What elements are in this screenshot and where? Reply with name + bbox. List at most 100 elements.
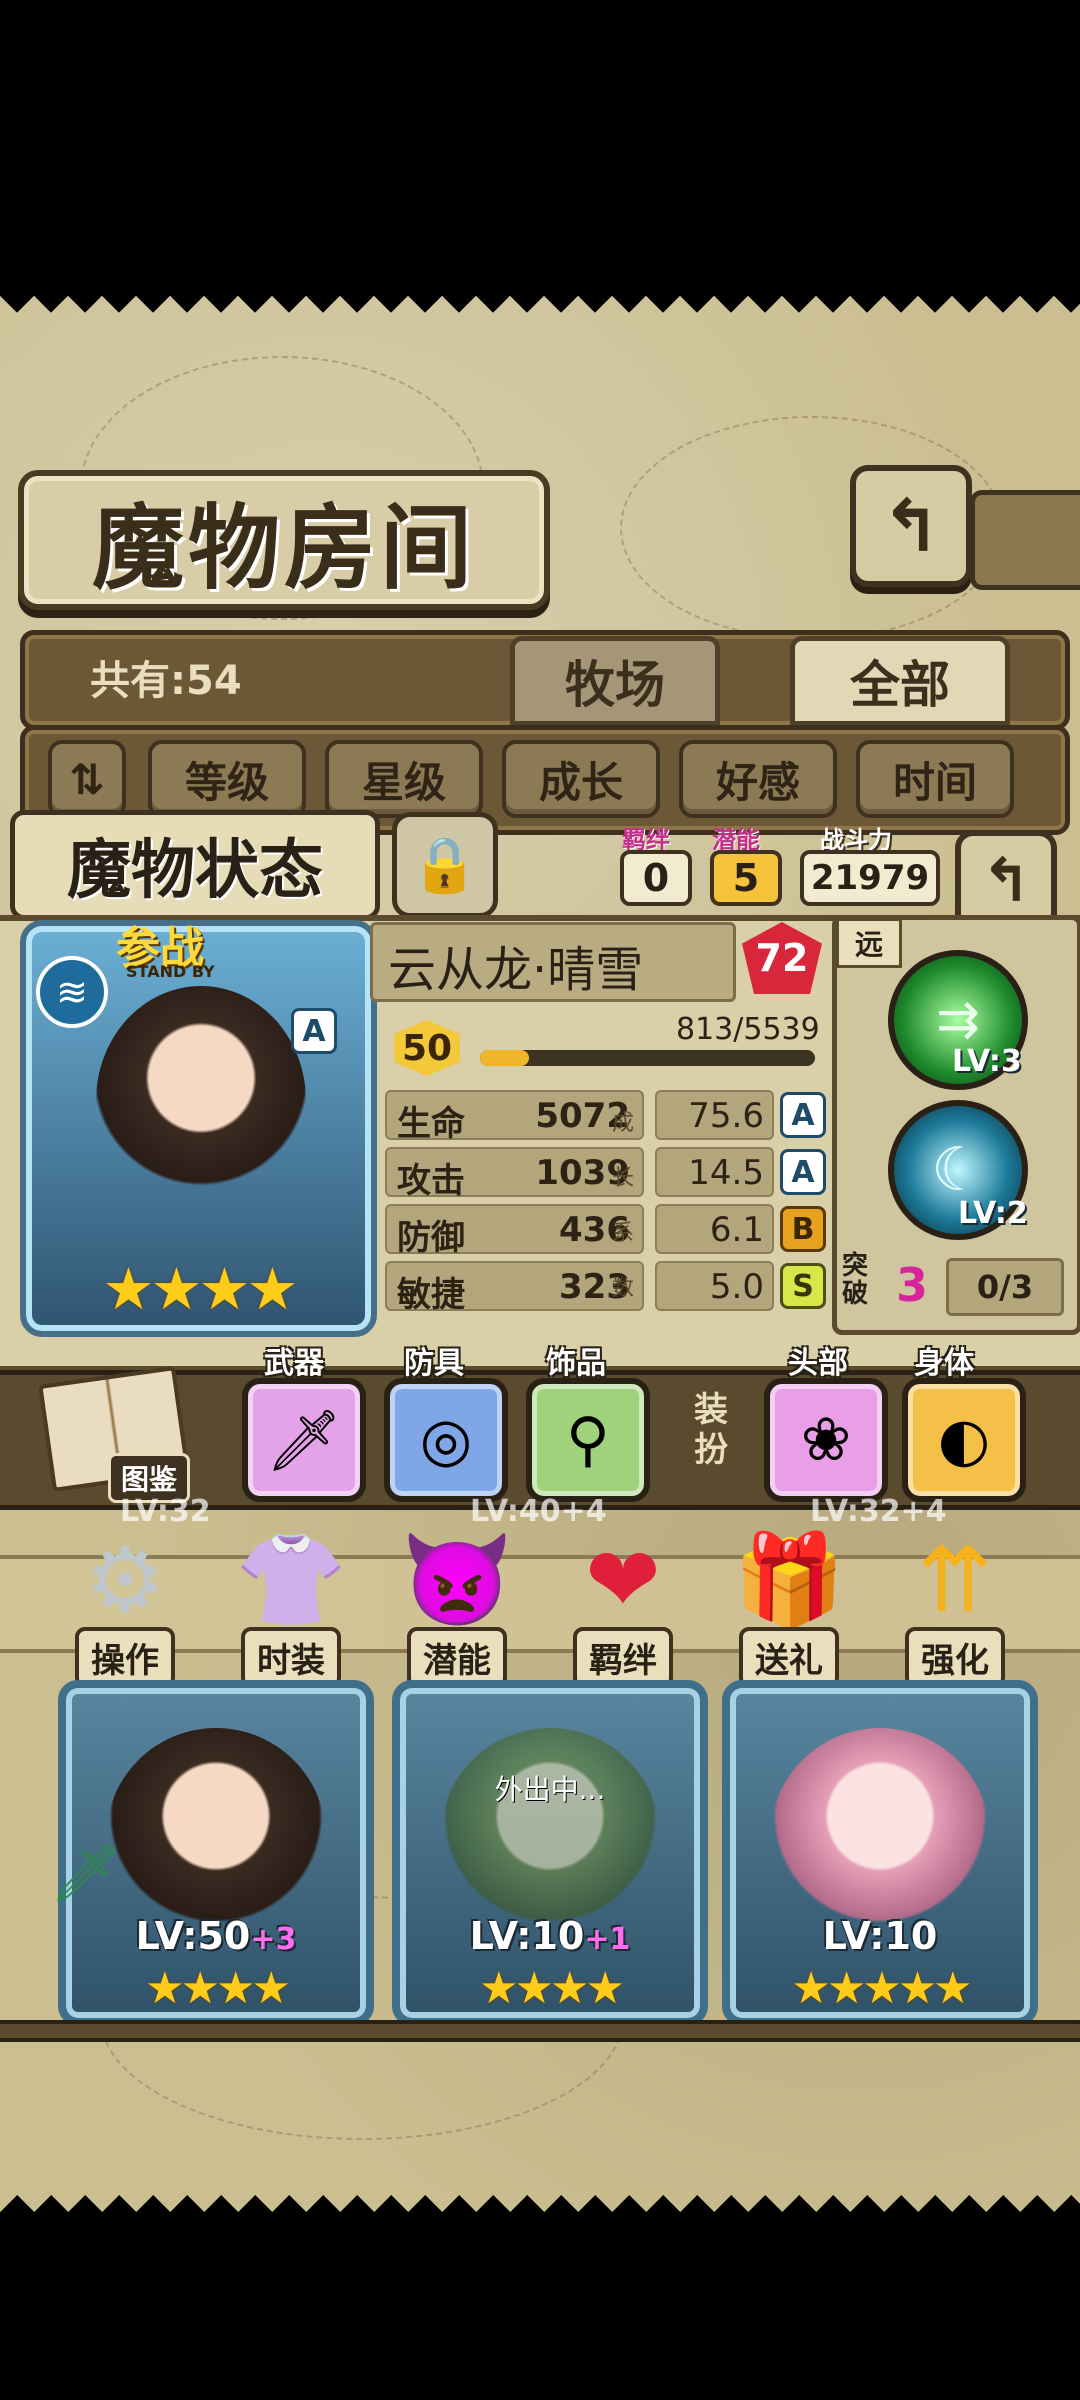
crescent-slash-skill-icon: ☾ [931, 1135, 985, 1205]
codex-button[interactable]: 图鉴 [38, 1365, 190, 1503]
side-tab-decor [970, 490, 1080, 590]
growth-value: 6.1 [709, 1210, 764, 1250]
gear-icon: ⚙ [84, 1527, 166, 1633]
growth-value: 75.6 [688, 1096, 764, 1136]
armor-slot[interactable]: ◎ [384, 1378, 508, 1502]
arrow-volley-skill-icon: ⇉ [936, 990, 980, 1050]
upgrade-button[interactable]: ⇈ 强化 [880, 1525, 1030, 1695]
return-arrow-icon: ↰ [980, 846, 1032, 916]
accessory-slot[interactable]: ⚲ [526, 1378, 650, 1502]
range-tag: 远 [836, 918, 902, 968]
monster-card[interactable]: LV:10 ★★★★★ [722, 1680, 1038, 2026]
dress-label: 装扮 [694, 1390, 728, 1470]
armor-slot-label: 防具 [404, 1346, 464, 1381]
card-level: LV:10 [822, 1914, 938, 1958]
monster-name: 云从龙·晴雪 [388, 942, 644, 998]
sort-toggle-button[interactable]: ⇅ [48, 740, 126, 818]
action-label: 潜能 [407, 1627, 507, 1688]
growth-char: 系 [612, 1221, 635, 1246]
accessory-slot-label: 饰品 [546, 1346, 606, 1381]
sort-level-button[interactable]: 等级 [148, 740, 306, 818]
fashion-button[interactable]: 👚 时装 [216, 1525, 366, 1695]
grade-badge: A [780, 1092, 826, 1138]
stat-name: 攻击 [397, 1161, 465, 1201]
head-slot[interactable]: ❀ [764, 1378, 888, 1502]
action-label: 羁绊 [573, 1627, 673, 1688]
potential-button[interactable]: 👿 潜能 [382, 1525, 532, 1695]
sort-star-button[interactable]: 星级 [325, 740, 483, 818]
grade-badge: B [780, 1206, 826, 1252]
power-value: 21979 [800, 850, 940, 906]
bond-button[interactable]: ❤ 羁绊 [548, 1525, 698, 1695]
growth-char: 长 [612, 1166, 635, 1191]
hidden-row-level: LV:32+4 [810, 1494, 947, 1529]
tab-ranch[interactable]: 牧场 [510, 636, 720, 726]
stat-row-defense: 防御 436 6.1 B [385, 1204, 826, 1258]
exp-bar-fill [480, 1050, 530, 1066]
body-slot[interactable]: ◐ [902, 1378, 1026, 1502]
stat-name: 防御 [397, 1218, 465, 1258]
body-slot-label: 身体 [914, 1346, 974, 1381]
standby-sub: STAND BY [126, 962, 215, 981]
portrait-grade-badge: A [291, 1008, 337, 1054]
status-title: 魔物状态 [10, 810, 380, 920]
torn-edge-top [0, 296, 1080, 330]
back-button[interactable]: ↰ [850, 465, 972, 587]
demon-icon: 👿 [400, 1527, 514, 1633]
card-level: LV:10+1 [469, 1914, 631, 1958]
monster-art [96, 986, 306, 1216]
return-arrow-icon: ↰ [880, 484, 942, 568]
action-label: 送礼 [739, 1627, 839, 1688]
stat-name: 生命 [397, 1104, 465, 1144]
potential-value[interactable]: 5 [710, 850, 782, 906]
grade-badge: A [780, 1149, 826, 1195]
water-element-icon: ≋ [36, 956, 108, 1028]
wand-icon: ⚲ [566, 1405, 610, 1475]
gift-button[interactable]: 🎁 送礼 [714, 1525, 864, 1695]
weapon-slot[interactable]: 🗡 [242, 1378, 366, 1502]
torn-edge-bottom [0, 2178, 1080, 2212]
portrait-stars: ★★★★ [102, 1255, 299, 1323]
card-stars: ★★★★★ [791, 1963, 972, 2014]
lock-button[interactable]: 🔒 [392, 812, 498, 918]
sword-weapon-icon: 🗡 [50, 1841, 122, 1906]
tab-all[interactable]: 全部 [790, 636, 1010, 726]
stat-row-agility: 敏捷 323 5.0 S [385, 1261, 826, 1315]
action-label: 操作 [75, 1627, 175, 1688]
bottom-frame [0, 2020, 1080, 2042]
sort-time-button[interactable]: 时间 [856, 740, 1014, 818]
monster-card[interactable]: 外出中... LV:10+1 ★★★★ [392, 1680, 708, 2026]
exp-text: 813/5539 [676, 1012, 820, 1047]
weapon-slot-label: 武器 [264, 1346, 324, 1381]
gift-icon: 🎁 [732, 1527, 846, 1633]
breakthrough-progress: 0/3 [946, 1258, 1064, 1316]
hidden-row-level: LV:32 [120, 1494, 211, 1529]
head-slot-label: 头部 [788, 1346, 848, 1381]
hidden-row-level: LV:40+4 [470, 1494, 607, 1529]
hair-ornament-icon: ❀ [800, 1405, 852, 1475]
growth-char: 成 [612, 1111, 635, 1136]
page-title: 魔物房间 [18, 470, 550, 610]
padlock-icon: 🔒 [411, 833, 479, 896]
sort-order-icon: ⇅ [69, 754, 105, 804]
sword-icon: 🗡 [265, 1405, 343, 1476]
operate-button[interactable]: ⚙ 操作 [50, 1525, 200, 1695]
outfit-icon: 👚 [234, 1527, 348, 1633]
stat-name: 敏捷 [397, 1275, 465, 1315]
exp-bar [480, 1050, 815, 1066]
stat-row-hp: 生命 5072 75.6 A [385, 1090, 826, 1144]
sort-growth-button[interactable]: 成长 [502, 740, 660, 818]
sort-affection-button[interactable]: 好感 [679, 740, 837, 818]
growth-value: 5.0 [709, 1267, 764, 1307]
grade-badge: S [780, 1263, 826, 1309]
action-label: 强化 [905, 1627, 1005, 1688]
growth-char: 数 [612, 1276, 635, 1301]
shield-icon: ◎ [419, 1405, 473, 1475]
skill-2-level: LV:2 [958, 1196, 1028, 1231]
skill-1-level: LV:3 [952, 1044, 1022, 1079]
card-stars: ★★★★ [145, 1963, 291, 2014]
growth-value: 14.5 [688, 1153, 764, 1193]
stat-row-attack: 攻击 1039 14.5 A [385, 1147, 826, 1201]
monster-portrait[interactable]: ≋ 参战 STAND BY A ★★★★ [20, 920, 377, 1337]
bond-value[interactable]: 0 [620, 850, 692, 906]
